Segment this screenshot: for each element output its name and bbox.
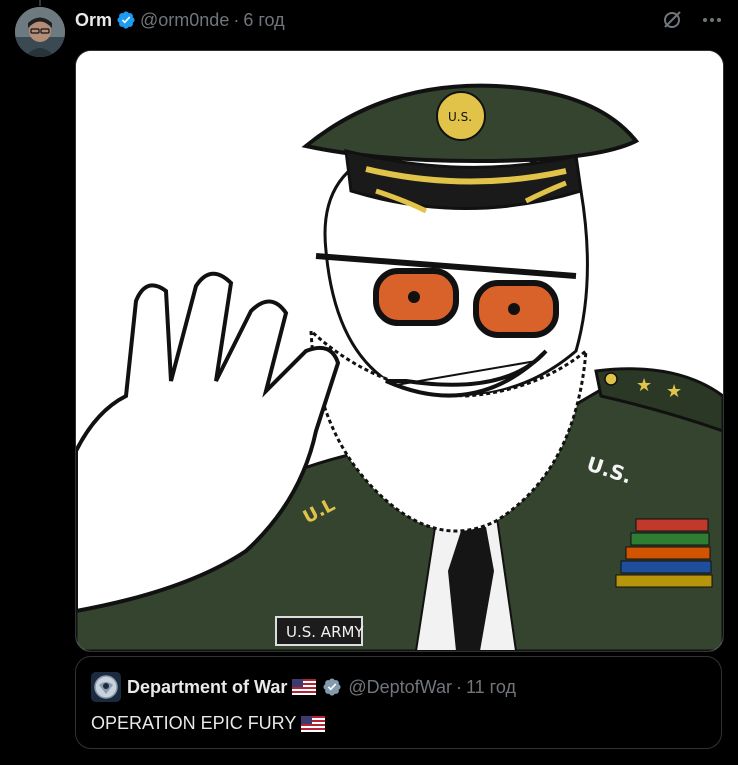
name-plate-text: U.S. ARMY: [286, 623, 364, 641]
post-time[interactable]: 6 год: [243, 10, 284, 31]
quoted-post-text-row: OPERATION EPIC FURY: [91, 713, 326, 734]
us-flag-icon: [301, 715, 326, 732]
quoted-author-avatar[interactable]: [91, 672, 121, 702]
separator-dot: ·: [233, 9, 240, 30]
svg-text:★: ★: [636, 375, 652, 396]
grok-icon[interactable]: [661, 9, 683, 31]
quoted-post-header: Department of War @DeptofWar · 11 год: [91, 672, 516, 702]
author-handle[interactable]: @orm0nde: [140, 10, 229, 31]
thread-connector-line: [39, 0, 41, 6]
post-media-image[interactable]: ★ ★ U.S. U.L U.S. ARMY U.S.: [75, 50, 724, 652]
post-header: Orm @orm0nde · 6 год: [75, 8, 723, 32]
header-actions: [661, 9, 723, 31]
us-flag-icon: [292, 679, 317, 695]
general-meme-illustration: ★ ★ U.S. U.L U.S. ARMY U.S.: [76, 51, 723, 651]
cap-badge-text: U.S.: [448, 110, 472, 124]
more-icon[interactable]: [701, 9, 723, 31]
quoted-post-text: OPERATION EPIC FURY: [91, 713, 297, 733]
quoted-author-name[interactable]: Department of War: [127, 677, 287, 698]
separator-dot: ·: [456, 676, 462, 697]
verified-badge-icon: [323, 678, 341, 696]
svg-text:★: ★: [666, 381, 682, 402]
author-name[interactable]: Orm: [75, 10, 112, 31]
verified-badge-icon: [117, 11, 135, 29]
quoted-post-time[interactable]: 11 год: [466, 677, 516, 698]
quoted-post[interactable]: Department of War @DeptofWar · 11 год OP…: [75, 656, 722, 749]
quoted-author-handle[interactable]: @DeptofWar: [348, 677, 452, 698]
author-avatar[interactable]: [15, 7, 65, 57]
